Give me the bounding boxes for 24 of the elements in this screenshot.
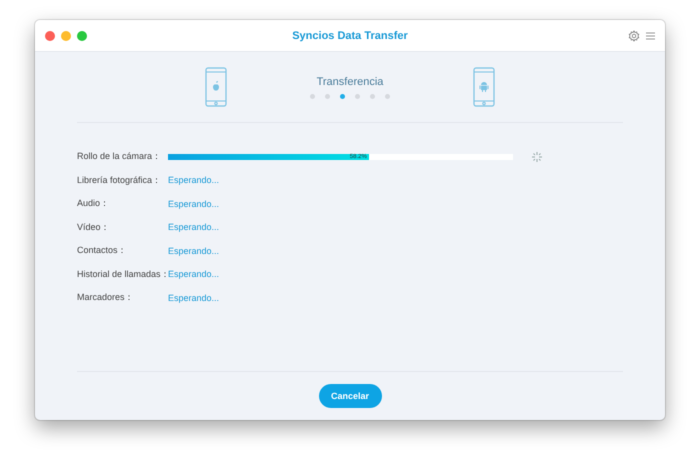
item-label: Audio： — [77, 197, 110, 210]
item-label: Librería fotográfica： — [77, 174, 162, 187]
phone-android-icon — [473, 67, 495, 107]
step-title: Transferencia — [316, 76, 384, 88]
status-text: Esperando... — [168, 269, 220, 280]
status-text: Esperando... — [168, 175, 220, 186]
phone-apple-icon — [205, 67, 227, 107]
item-label: Contactos： — [77, 244, 128, 258]
status-text: Esperando... — [168, 222, 220, 232]
cancel-button[interactable]: Cancelar — [318, 384, 382, 408]
status-text: Esperando... — [168, 198, 220, 209]
item-label: Historial de llamadas： — [77, 268, 168, 281]
window-title: Syncios Data Transfer — [292, 30, 408, 42]
status-text: Esperando... — [168, 246, 220, 256]
minimize-button[interactable] — [61, 30, 71, 40]
menu-icon[interactable] — [646, 32, 655, 40]
settings-icon[interactable] — [628, 30, 640, 42]
item-label: Vídeo： — [77, 220, 111, 234]
maximize-button[interactable] — [77, 30, 87, 40]
item-label: Rollo de la cámara： — [77, 150, 162, 164]
status-text: Esperando... — [168, 292, 220, 303]
spinner-icon — [532, 152, 542, 162]
item-label: Marcadores： — [77, 291, 135, 304]
close-button[interactable] — [45, 30, 55, 40]
